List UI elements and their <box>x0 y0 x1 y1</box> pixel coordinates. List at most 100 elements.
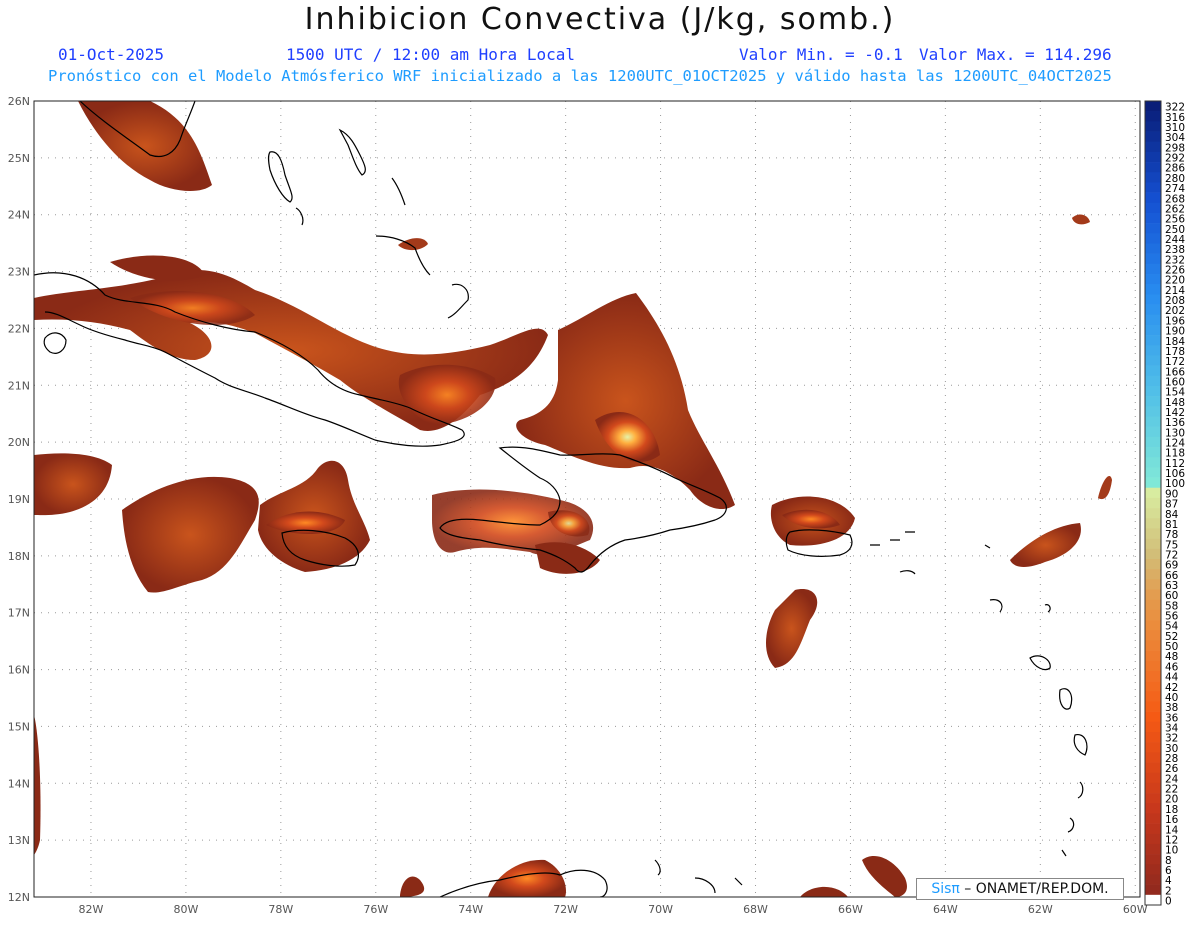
lat-label: 20N <box>8 436 30 449</box>
sispi-logo: Sisπ <box>931 881 960 897</box>
colorbar: 3223163103042982922862802742682622562502… <box>1144 100 1185 908</box>
lon-label: 72W <box>553 903 578 916</box>
colorbar-swatch <box>1145 620 1161 631</box>
colorbar-swatch <box>1145 141 1161 153</box>
credit-box: Sisπ – ONAMET/REP.DOM. <box>916 878 1124 900</box>
colorbar-swatch <box>1145 599 1161 611</box>
colorbar-swatch <box>1145 518 1161 529</box>
colorbar-swatch <box>1145 426 1161 438</box>
lat-label: 22N <box>8 322 30 335</box>
colorbar-swatch <box>1145 711 1161 723</box>
coast-lesser-antilles <box>984 544 1088 857</box>
colorbar-swatch <box>1145 212 1161 224</box>
colorbar-swatch <box>1145 670 1161 682</box>
colorbar-swatch <box>1145 894 1161 906</box>
colorbar-swatch <box>1145 101 1161 112</box>
cin-map: 26N 25N 24N 23N 22N 21N 20N 19N 18N 17N 16N 15N 14N 1… <box>8 95 1186 916</box>
cin-area-cayman <box>122 476 259 593</box>
colorbar-swatch <box>1145 406 1161 417</box>
colorbar-swatch <box>1145 335 1161 346</box>
lat-label: 17N <box>8 607 30 620</box>
lon-label: 74W <box>458 903 483 916</box>
cin-area-hispaniola-north <box>516 293 735 510</box>
colorbar-swatch <box>1145 223 1161 234</box>
colorbar-swatch <box>1145 762 1161 773</box>
colorbar-swatch <box>1145 854 1161 865</box>
colorbar-swatch <box>1145 691 1161 702</box>
lon-label: 68W <box>743 903 768 916</box>
colorbar-swatch <box>1145 558 1161 570</box>
colorbar-swatch <box>1145 528 1161 539</box>
colorbar-swatch <box>1145 538 1161 550</box>
colorbar-swatch <box>1145 182 1161 193</box>
colorbar-swatch <box>1145 263 1161 275</box>
colorbar-swatch <box>1145 843 1161 855</box>
lat-label: 14N <box>8 777 30 790</box>
colorbar-swatch <box>1145 660 1161 672</box>
colorbar-swatch <box>1145 701 1161 712</box>
coast-isla-juventud <box>43 332 67 354</box>
lon-label: 82W <box>79 903 104 916</box>
lat-label: 26N <box>8 95 30 108</box>
lon-label: 78W <box>268 903 293 916</box>
latitude-labels: 26N 25N 24N 23N 22N 21N 20N 19N 18N 17N 16N 15N 14N 1… <box>8 95 30 904</box>
longitude-labels: 82W 80W 78W 76W 74W 72W 70W 68W 66W 64W 62W 60W <box>79 903 1148 916</box>
colorbar-swatch <box>1145 385 1161 397</box>
coast-virgin-islands <box>870 531 916 575</box>
colorbar-swatch <box>1145 172 1161 183</box>
lon-label: 64W <box>933 903 958 916</box>
cin-area-leeward <box>1010 214 1112 567</box>
cin-area-cuba <box>34 255 548 431</box>
cin-area-south-america <box>34 715 907 897</box>
colorbar-swatch <box>1145 365 1161 377</box>
colorbar-swatch <box>1145 742 1161 753</box>
colorbar-swatch <box>1145 416 1161 427</box>
colorbar-swatch <box>1145 324 1161 336</box>
lat-label: 12N <box>8 891 30 904</box>
colorbar-swatch <box>1145 823 1161 835</box>
colorbar-swatch <box>1145 314 1161 326</box>
lat-label: 18N <box>8 550 30 563</box>
colorbar-swatch <box>1145 253 1161 265</box>
colorbar-swatch <box>1145 884 1161 896</box>
colorbar-swatch <box>1145 375 1161 387</box>
lon-label: 62W <box>1028 903 1053 916</box>
cin-area-puerto-rico <box>770 496 855 546</box>
colorbar-swatch <box>1145 731 1161 743</box>
lon-label: 70W <box>648 903 673 916</box>
colorbar-swatch <box>1145 243 1161 254</box>
cin-area-gulf-honduras <box>34 453 112 516</box>
colorbar-swatch <box>1145 497 1161 509</box>
colorbar-swatch <box>1145 803 1161 814</box>
colorbar-swatch <box>1145 274 1161 285</box>
colorbar-swatch <box>1145 477 1161 489</box>
lat-label: 13N <box>8 834 30 847</box>
colorbar-swatch <box>1145 813 1161 824</box>
colorbar-swatch <box>1145 579 1161 590</box>
colorbar-swatch <box>1145 640 1161 651</box>
colorbar-swatch <box>1145 111 1161 122</box>
colorbar-swatch <box>1145 589 1161 600</box>
colorbar-swatch <box>1145 569 1161 580</box>
colorbar-swatch <box>1145 793 1161 804</box>
cin-area-florida <box>78 101 212 192</box>
lat-label: 15N <box>8 720 30 733</box>
colorbar-swatch <box>1145 721 1161 733</box>
colorbar-swatch <box>1145 467 1161 478</box>
colorbar-swatch <box>1145 345 1161 356</box>
colorbar-swatch <box>1145 121 1161 132</box>
colorbar-swatch <box>1145 609 1161 621</box>
colorbar-swatch <box>1145 782 1161 794</box>
cin-area-hispaniola-south <box>432 489 600 574</box>
colorbar-swatch <box>1145 874 1161 885</box>
colorbar-swatch <box>1145 131 1161 143</box>
colorbar-swatch <box>1145 864 1161 875</box>
colorbar-swatch <box>1145 630 1161 641</box>
colorbar-swatch <box>1145 548 1161 560</box>
colorbar-swatch <box>1145 192 1161 204</box>
colorbar-swatch <box>1145 233 1161 244</box>
lat-label: 16N <box>8 664 30 677</box>
colorbar-swatch <box>1145 436 1161 448</box>
lat-label: 24N <box>8 209 30 222</box>
colorbar-swatch <box>1145 772 1161 784</box>
